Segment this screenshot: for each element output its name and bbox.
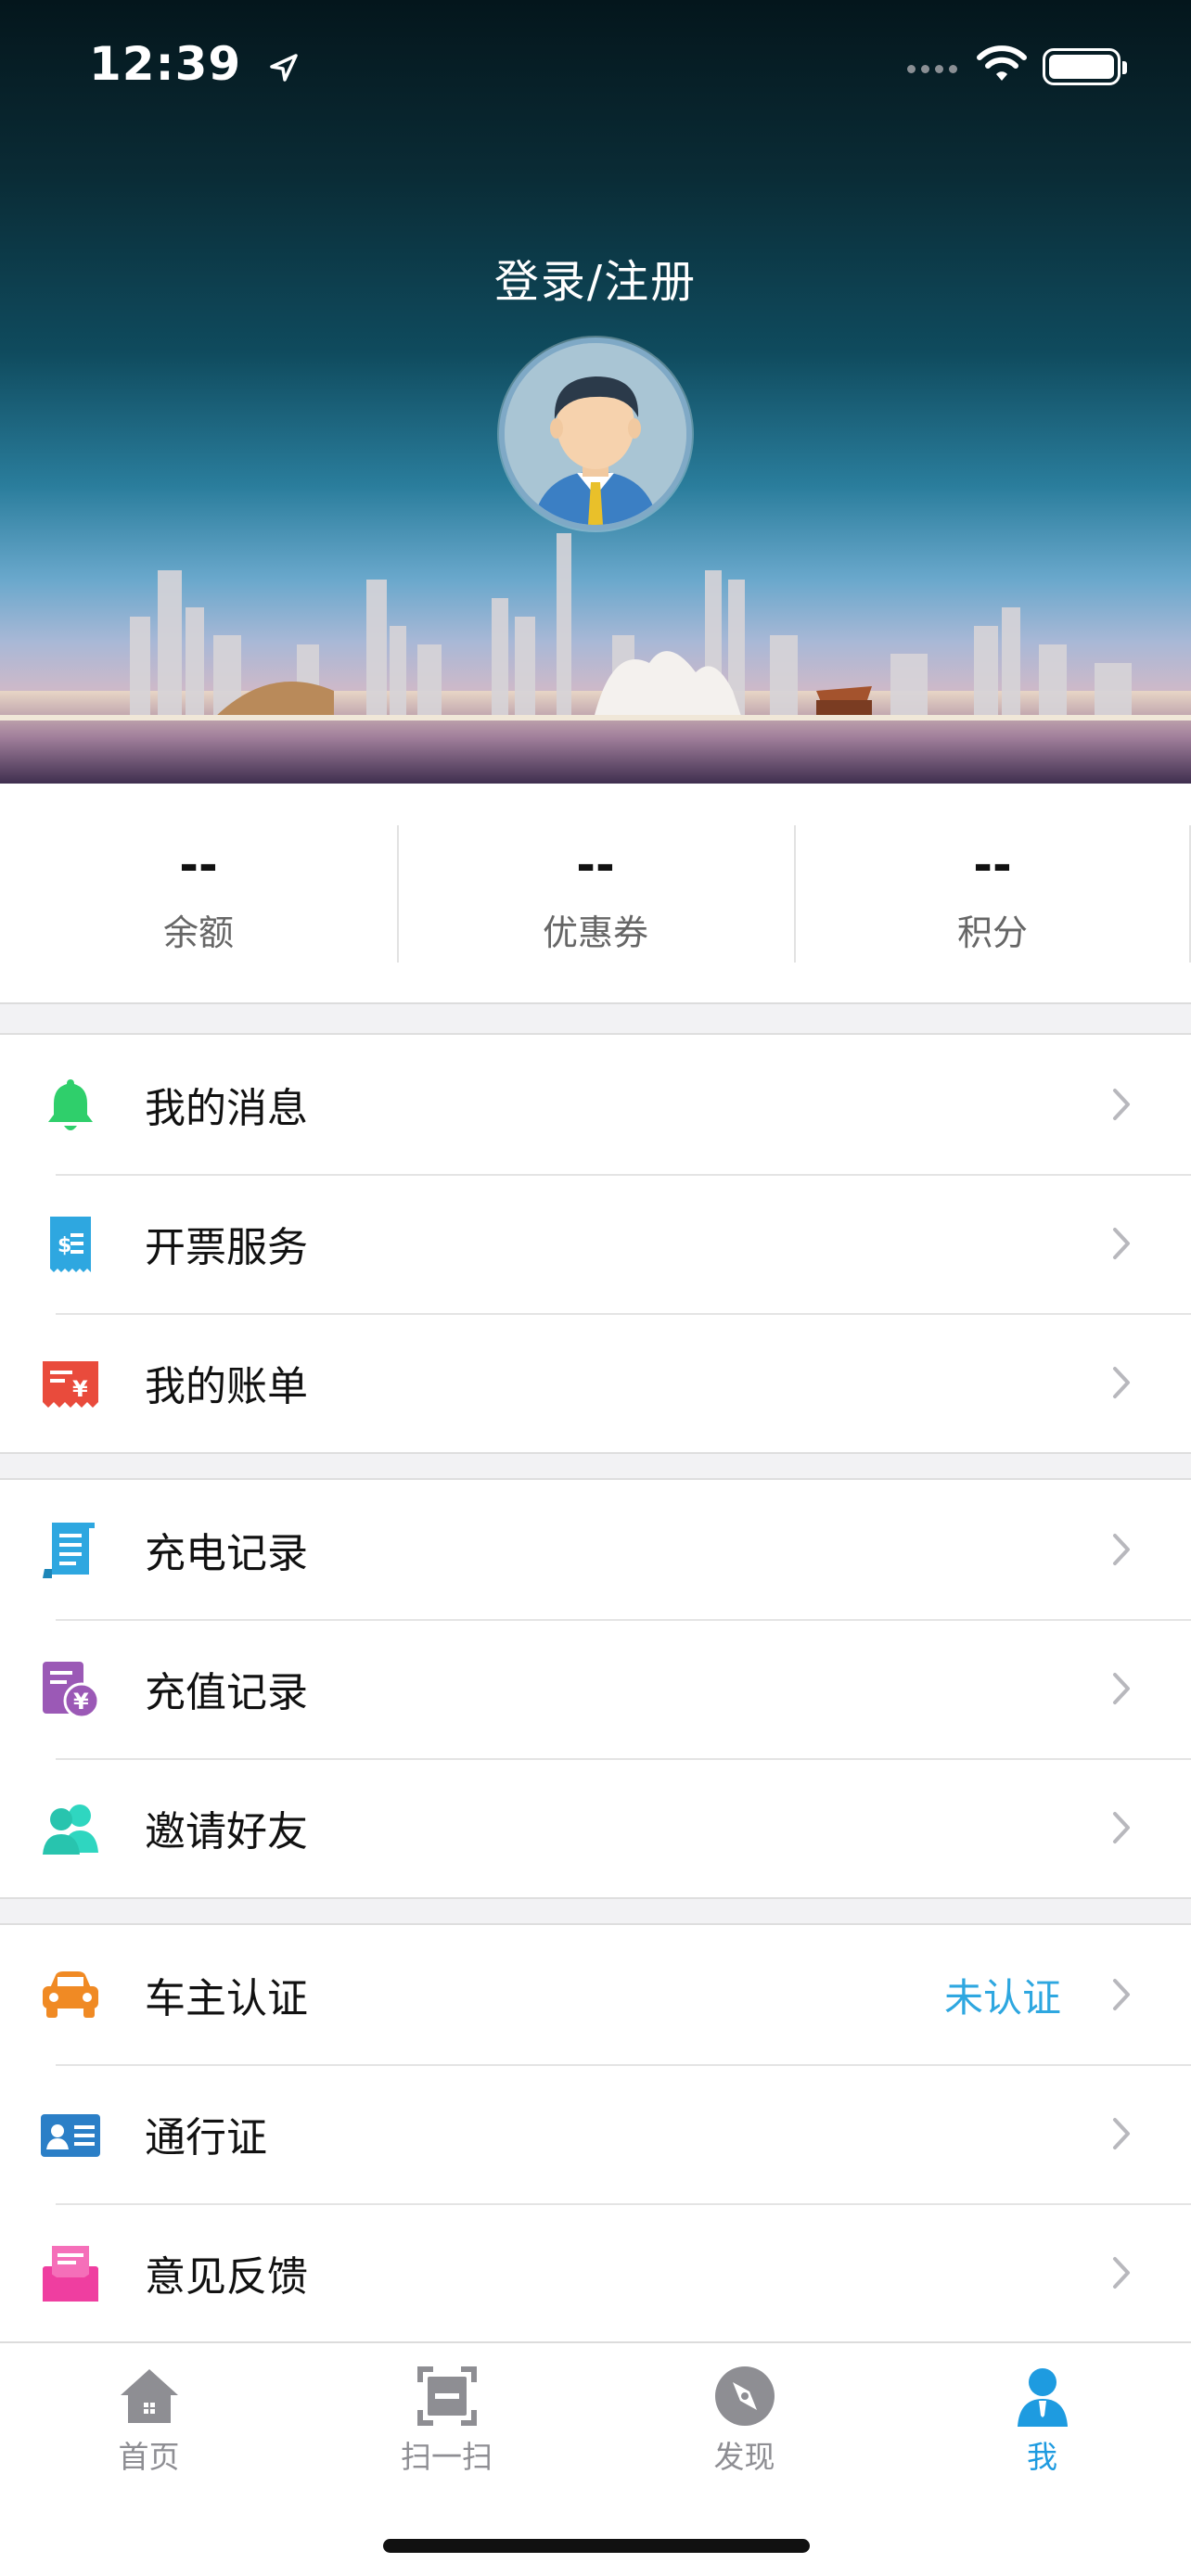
menu-item-label: 车主认证 [145,1975,308,2022]
chevron-right-icon [1113,1979,1130,2010]
menu-item-feedback[interactable]: 意见反馈 [0,2203,1191,2342]
menu-item-label: 我的消息 [145,1085,308,1132]
tab-label: 首页 [118,2439,180,2475]
profile-header: 12:39 登录/注册 [0,0,1191,784]
svg-text:¥: ¥ [72,1376,88,1402]
city-skyline-image [0,533,1191,784]
wifi-icon [977,45,1027,81]
menu-item-label: 开票服务 [145,1224,308,1271]
tab-label: 扫一扫 [401,2439,493,2475]
menu-item-owner-verification[interactable]: 车主认证 未认证 [0,1925,1191,2064]
user-icon [1017,2368,1068,2427]
stat-points[interactable]: -- 积分 [794,784,1191,1002]
invite-friends-icon [43,1804,98,1855]
bill-icon: ¥ [43,1361,98,1408]
menu-group-settings: 车主认证 未认证 通行证 意见反馈 [0,1923,1191,2344]
verification-status: 未认证 [943,1974,1061,2021]
invoice-icon: $ [50,1217,91,1272]
stat-label: 积分 [956,912,1028,953]
menu-item-label: 邀请好友 [145,1808,308,1855]
menu-item-label: 充值记录 [145,1669,308,1716]
battery-icon [1043,48,1127,85]
stat-label: 优惠券 [542,912,648,953]
menu-item-messages[interactable]: 我的消息 [0,1035,1191,1174]
home-icon [120,2369,178,2423]
stat-coupons[interactable]: -- 优惠券 [397,784,794,1002]
account-stats: -- 余额 -- 优惠券 -- 积分 [0,784,1191,1004]
chevron-right-icon [1113,2118,1130,2149]
recharge-record-icon: ¥ [43,1662,100,1719]
charge-record-icon [43,1523,95,1578]
menu-item-invite-friends[interactable]: 邀请好友 [0,1758,1191,1897]
home-indicator[interactable] [383,2539,810,2553]
bell-icon [48,1079,93,1130]
feedback-mail-icon [43,2246,98,2302]
stat-label: 余额 [162,912,234,953]
status-time: 12:39 [89,37,300,91]
chevron-right-icon [1113,1089,1130,1120]
chevron-right-icon [1113,1673,1130,1704]
tab-label: 我 [1027,2439,1057,2475]
menu-item-label: 充电记录 [145,1530,308,1577]
tab-me[interactable]: 我 [893,2343,1191,2576]
menu-group-account: 我的消息 $ 开票服务 ¥ 我的账单 [0,1033,1191,1454]
location-arrow-icon [269,53,298,82]
menu-item-charge-record[interactable]: 充电记录 [0,1480,1191,1619]
menu-item-label: 我的账单 [145,1363,308,1410]
login-register-link[interactable]: 登录/注册 [0,245,1191,310]
menu-item-invoice[interactable]: $ 开票服务 [0,1174,1191,1313]
scan-icon [416,2366,477,2426]
menu-item-label: 通行证 [145,2114,267,2162]
tab-home[interactable]: 首页 [0,2343,298,2576]
svg-text:¥: ¥ [73,1689,89,1715]
menu-group-records: 充电记录 ¥ 充值记录 邀请好友 [0,1478,1191,1899]
avatar[interactable] [499,338,692,530]
stat-value: -- [179,838,218,892]
svg-text:$: $ [58,1234,71,1257]
cellular-signal-icon [907,65,957,73]
chevron-right-icon [1113,1228,1130,1259]
menu-item-bill[interactable]: ¥ 我的账单 [0,1313,1191,1452]
chevron-right-icon [1113,1812,1130,1843]
chevron-right-icon [1113,1534,1130,1565]
stat-balance[interactable]: -- 余额 [0,784,397,1002]
compass-icon [714,2366,775,2426]
chevron-right-icon [1113,1367,1130,1398]
menu-item-recharge-record[interactable]: ¥ 充值记录 [0,1619,1191,1758]
default-avatar-icon [505,343,686,525]
chevron-right-icon [1113,2257,1130,2289]
id-card-icon [41,2114,100,2157]
stat-value: -- [973,838,1012,892]
car-icon [43,1971,98,2018]
tab-label: 发现 [713,2439,775,2475]
menu-item-label: 意见反馈 [145,2253,308,2301]
stat-value: -- [576,838,615,892]
menu-item-pass[interactable]: 通行证 [0,2064,1191,2203]
